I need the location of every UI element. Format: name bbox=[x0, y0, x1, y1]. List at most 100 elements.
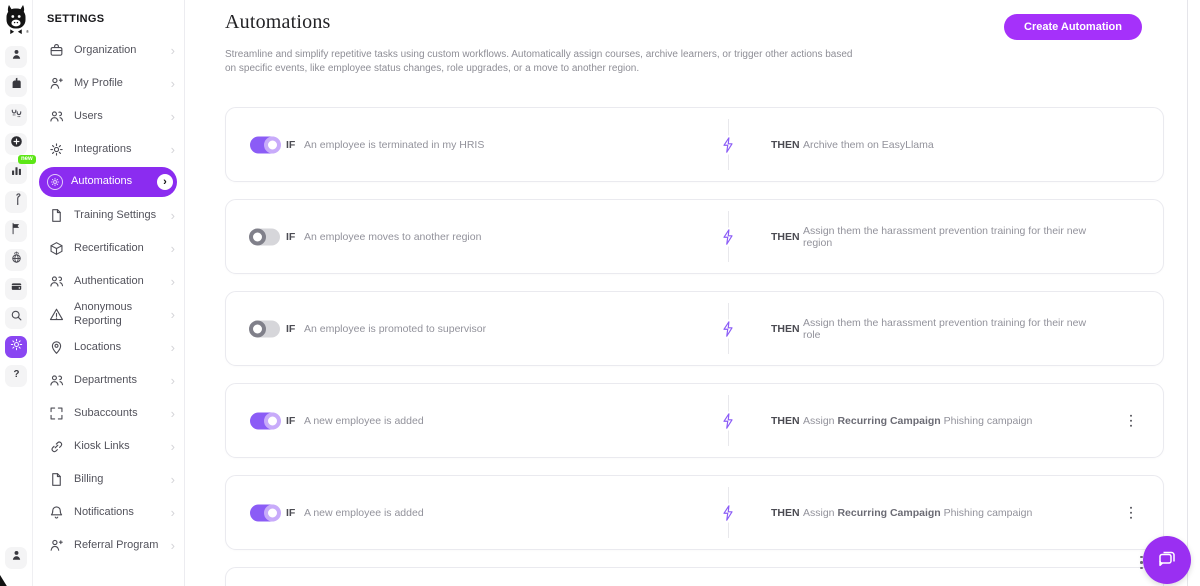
then-action-text: Assign them the harassment prevention tr… bbox=[803, 317, 1103, 341]
bolt-divider bbox=[723, 487, 733, 538]
rail-button-hook[interactable] bbox=[5, 191, 27, 213]
main-content: Automations Create Automation Streamline… bbox=[185, 0, 1200, 586]
sidebar-item-locations[interactable]: Locations› bbox=[39, 331, 179, 364]
sidebar-item-referral-program[interactable]: Referral Program› bbox=[39, 529, 179, 562]
then-action-text: Assign Recurring Campaign Phishing campa… bbox=[803, 507, 1103, 519]
rail-button-flag[interactable] bbox=[5, 220, 27, 242]
settings-icon bbox=[10, 338, 23, 356]
rail-button-search[interactable] bbox=[5, 307, 27, 329]
scrollbar-track[interactable] bbox=[1187, 0, 1200, 586]
rail-button-help[interactable]: ? bbox=[5, 365, 27, 387]
toggle-knob bbox=[249, 320, 266, 337]
add-icon bbox=[10, 135, 23, 153]
rail-button-courses[interactable] bbox=[5, 75, 27, 97]
automation-card: IFA new employee is addedTHENAssign Recu… bbox=[225, 383, 1164, 458]
rail-button-wallet[interactable] bbox=[5, 278, 27, 300]
chevron-right-icon: › bbox=[171, 341, 175, 354]
search-icon bbox=[10, 309, 23, 327]
sidebar-item-departments[interactable]: Departments› bbox=[39, 364, 179, 397]
warning-icon bbox=[49, 307, 64, 322]
rail-button-analytics[interactable]: new bbox=[5, 162, 27, 184]
sidebar-item-label: Recertification bbox=[74, 242, 171, 255]
then-action-text: Archive them on EasyLlama bbox=[803, 139, 1103, 151]
sidebar-item-training-settings[interactable]: Training Settings› bbox=[39, 199, 179, 232]
sidebar-item-label: Users bbox=[74, 110, 171, 123]
sidebar-item-label: Organization bbox=[74, 44, 171, 57]
automation-toggle[interactable] bbox=[250, 136, 280, 153]
if-label: IF bbox=[286, 323, 295, 335]
then-label: THEN bbox=[771, 231, 800, 243]
people-icon bbox=[49, 274, 64, 289]
sidebar-item-kiosk-links[interactable]: Kiosk Links› bbox=[39, 430, 179, 463]
document-icon bbox=[49, 208, 64, 223]
sidebar-item-organization[interactable]: Organization› bbox=[39, 34, 179, 67]
bolt-divider bbox=[723, 211, 733, 262]
chevron-right-icon: › bbox=[171, 242, 175, 255]
user-icon bbox=[10, 48, 23, 66]
automation-toggle[interactable] bbox=[250, 504, 280, 521]
hook-icon bbox=[10, 193, 23, 211]
sidebar-item-anonymous-reporting[interactable]: Anonymous Reporting› bbox=[39, 298, 179, 331]
sidebar-item-users[interactable]: Users› bbox=[39, 100, 179, 133]
kebab-menu-icon[interactable] bbox=[1127, 503, 1136, 522]
toggle-knob bbox=[264, 504, 281, 521]
if-label: IF bbox=[286, 139, 295, 151]
then-action-text: Assign them the harassment prevention tr… bbox=[803, 225, 1103, 249]
chevron-right-icon: › bbox=[171, 440, 175, 453]
rail-button-globe[interactable] bbox=[5, 249, 27, 271]
rail-button-user[interactable] bbox=[5, 46, 27, 68]
sidebar-item-label: Anonymous Reporting bbox=[74, 301, 171, 327]
automation-toggle[interactable] bbox=[250, 228, 280, 245]
briefcase-icon bbox=[49, 43, 64, 58]
then-label: THEN bbox=[771, 415, 800, 427]
kebab-menu-icon[interactable] bbox=[1127, 411, 1136, 430]
if-condition-text: An employee is terminated in my HRIS bbox=[304, 139, 484, 151]
if-condition-text: An employee moves to another region bbox=[304, 231, 481, 243]
toggle-knob bbox=[264, 412, 281, 429]
wallet-icon bbox=[10, 280, 23, 298]
chat-launcher-button[interactable] bbox=[1143, 536, 1191, 584]
chevron-right-icon: › bbox=[171, 374, 175, 387]
chevron-right-icon: › bbox=[171, 209, 175, 222]
then-label: THEN bbox=[771, 139, 800, 151]
sidebar-item-integrations[interactable]: Integrations› bbox=[39, 133, 179, 166]
help-icon: ? bbox=[10, 367, 23, 385]
automation-toggle[interactable] bbox=[250, 412, 280, 429]
llama-logo: ® bbox=[3, 4, 29, 40]
then-action-suffix: Phishing campaign bbox=[941, 415, 1033, 427]
sidebar-item-label: Billing bbox=[74, 473, 171, 486]
if-label: IF bbox=[286, 507, 295, 519]
rail-button-tracks[interactable] bbox=[5, 104, 27, 126]
toggle-knob bbox=[249, 228, 266, 245]
chevron-right-icon: › bbox=[171, 473, 175, 486]
sidebar-item-subaccounts[interactable]: Subaccounts› bbox=[39, 397, 179, 430]
sidebar-item-authentication[interactable]: Authentication› bbox=[39, 265, 179, 298]
sidebar-item-label: Integrations bbox=[74, 143, 171, 156]
if-label: IF bbox=[286, 415, 295, 427]
chevron-right-icon: › bbox=[171, 44, 175, 57]
sidebar-item-recertification[interactable]: Recertification› bbox=[39, 232, 179, 265]
sidebar-item-billing[interactable]: Billing› bbox=[39, 463, 179, 496]
chevron-right-icon: › bbox=[171, 407, 175, 420]
rail-buttons: new? bbox=[5, 46, 27, 394]
sidebar-item-label: Automations bbox=[71, 175, 157, 188]
user-icon bbox=[10, 549, 23, 567]
chat-bubble-icon bbox=[1155, 546, 1179, 575]
sidebar-item-label: Authentication bbox=[74, 275, 171, 288]
rail-button-add[interactable] bbox=[5, 133, 27, 155]
pin-icon bbox=[49, 340, 64, 355]
rail-button-settings[interactable] bbox=[5, 336, 27, 358]
then-action-prefix: Assign them the harassment prevention tr… bbox=[803, 225, 1086, 249]
automation-toggle[interactable] bbox=[250, 320, 280, 337]
page-description: Streamline and simplify repetitive tasks… bbox=[225, 48, 857, 76]
sidebar-item-automations[interactable]: Automations› bbox=[39, 167, 177, 197]
sidebar-item-notifications[interactable]: Notifications› bbox=[39, 496, 179, 529]
bolt-divider bbox=[723, 395, 733, 446]
create-automation-button[interactable]: Create Automation bbox=[1004, 14, 1142, 40]
gear-icon bbox=[47, 174, 63, 190]
sidebar-item-my-profile[interactable]: My Profile› bbox=[39, 67, 179, 100]
courses-icon bbox=[10, 77, 23, 95]
rail-button-account[interactable] bbox=[5, 547, 27, 569]
bolt-divider bbox=[723, 119, 733, 170]
analytics-icon bbox=[10, 164, 23, 182]
